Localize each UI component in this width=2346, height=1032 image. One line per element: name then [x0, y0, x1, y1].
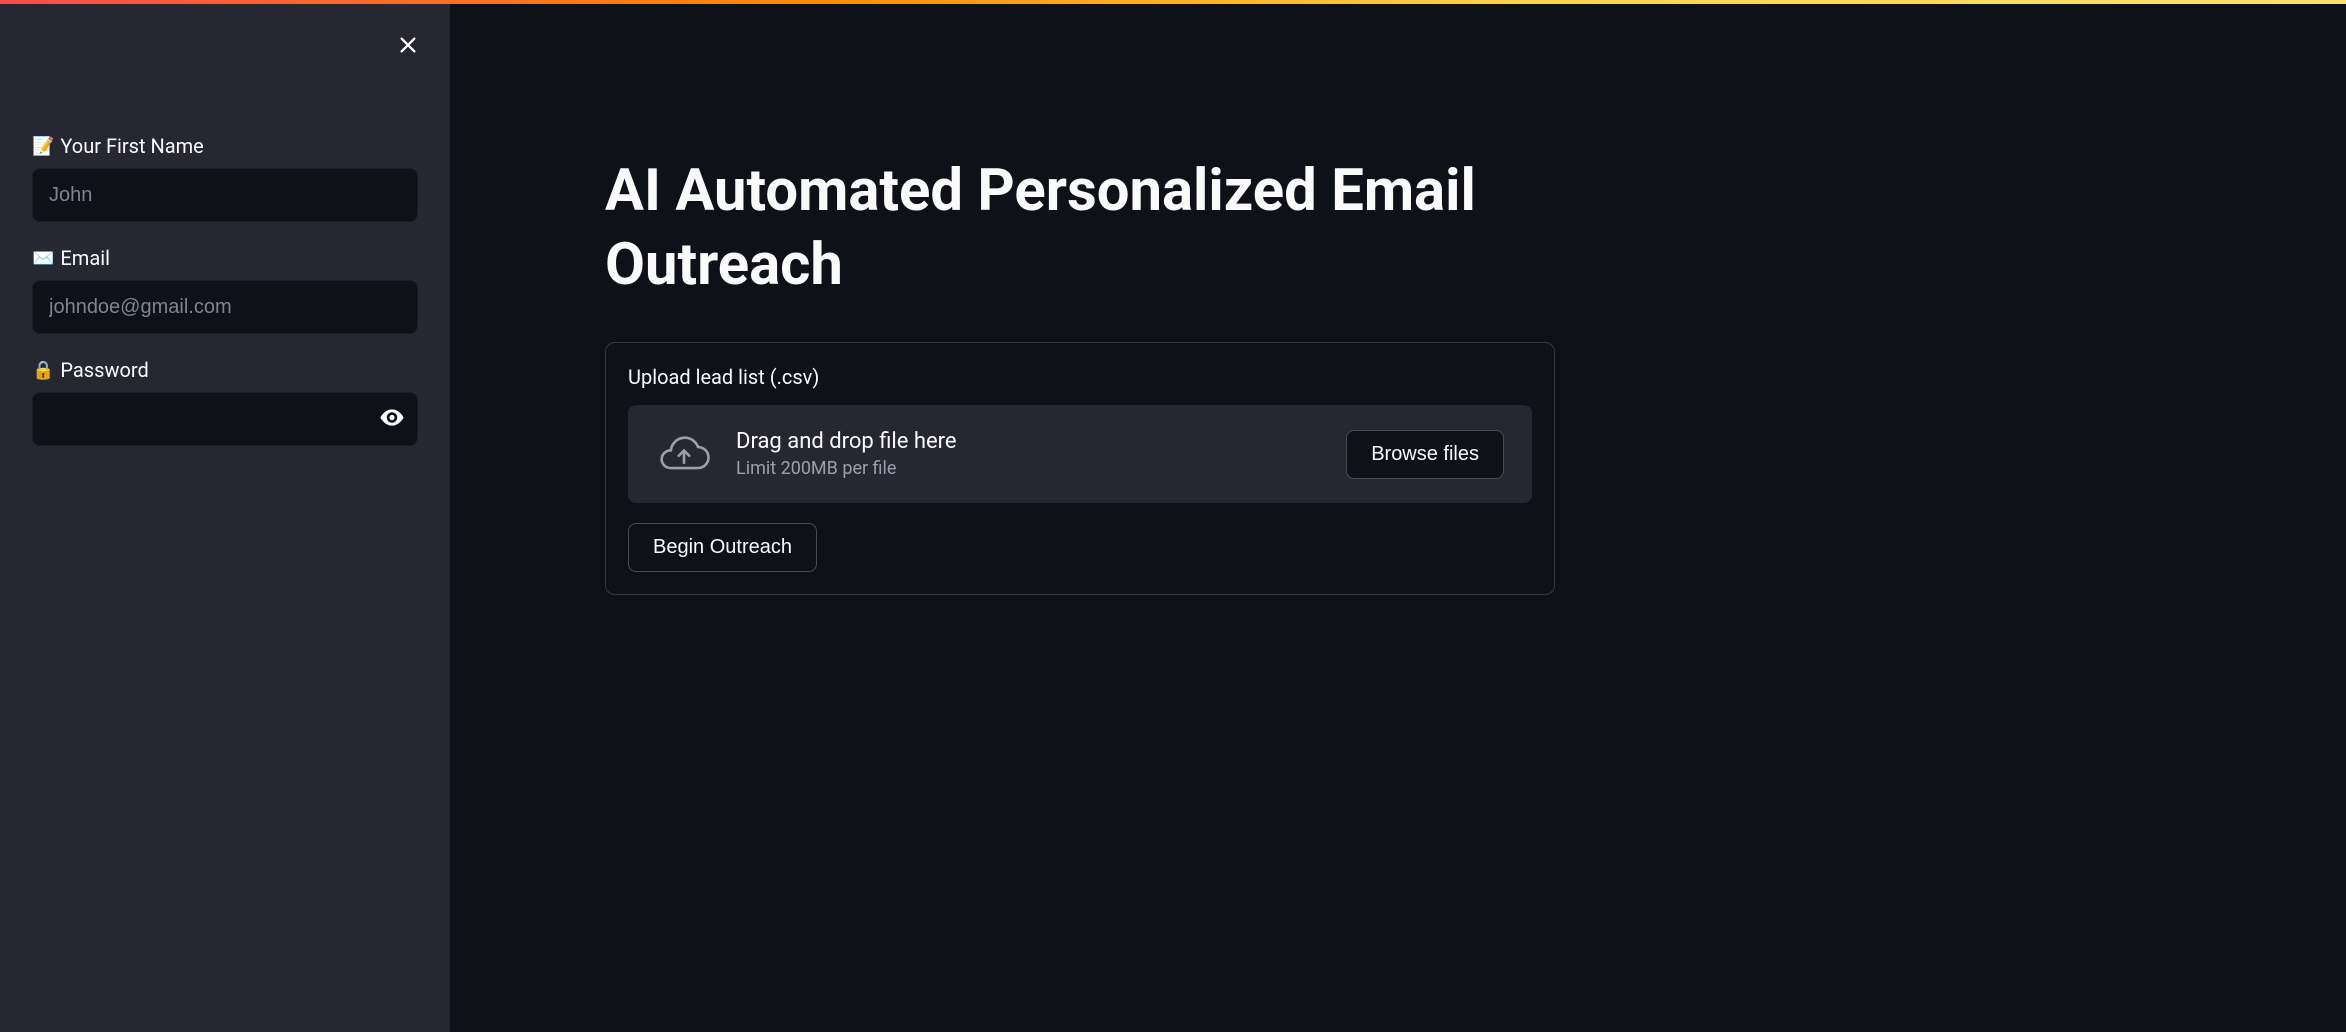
upload-card: Upload lead list (.csv) Drag and drop fi… [605, 342, 1555, 595]
password-input[interactable] [32, 392, 418, 446]
email-label-text: Email [60, 246, 110, 270]
password-label: 🔒 Password [32, 358, 418, 382]
file-dropzone[interactable]: Drag and drop file here Limit 200MB per … [628, 405, 1532, 503]
dropzone-text: Drag and drop file here Limit 200MB per … [736, 429, 1322, 479]
email-input[interactable] [32, 280, 418, 334]
dropzone-limit-text: Limit 200MB per file [736, 458, 1322, 479]
first-name-field: 📝 Your First Name [32, 134, 418, 222]
page-title: AI Automated Personalized Email Outreach [605, 154, 1555, 302]
close-icon [397, 34, 419, 59]
memo-icon: 📝 [32, 136, 54, 157]
first-name-input[interactable] [32, 168, 418, 222]
cloud-upload-icon [656, 432, 712, 476]
password-label-text: Password [60, 358, 148, 382]
main-content: AI Automated Personalized Email Outreach… [450, 4, 2346, 1032]
sidebar: 📝 Your First Name ✉️ Email 🔒 Password [0, 4, 450, 1032]
app-root: 📝 Your First Name ✉️ Email 🔒 Password [0, 4, 2346, 1032]
first-name-label: 📝 Your First Name [32, 134, 418, 158]
browse-files-button[interactable]: Browse files [1346, 430, 1504, 479]
email-label: ✉️ Email [32, 246, 418, 270]
eye-icon [378, 404, 406, 435]
begin-outreach-button[interactable]: Begin Outreach [628, 523, 817, 572]
lock-icon: 🔒 [32, 360, 54, 381]
first-name-label-text: Your First Name [60, 134, 203, 158]
upload-label: Upload lead list (.csv) [628, 365, 1532, 389]
email-field: ✉️ Email [32, 246, 418, 334]
password-field: 🔒 Password [32, 358, 418, 446]
toggle-password-visibility-button[interactable] [378, 404, 406, 435]
dropzone-main-text: Drag and drop file here [736, 429, 1322, 454]
envelope-icon: ✉️ [32, 248, 54, 269]
close-sidebar-button[interactable] [390, 28, 426, 64]
